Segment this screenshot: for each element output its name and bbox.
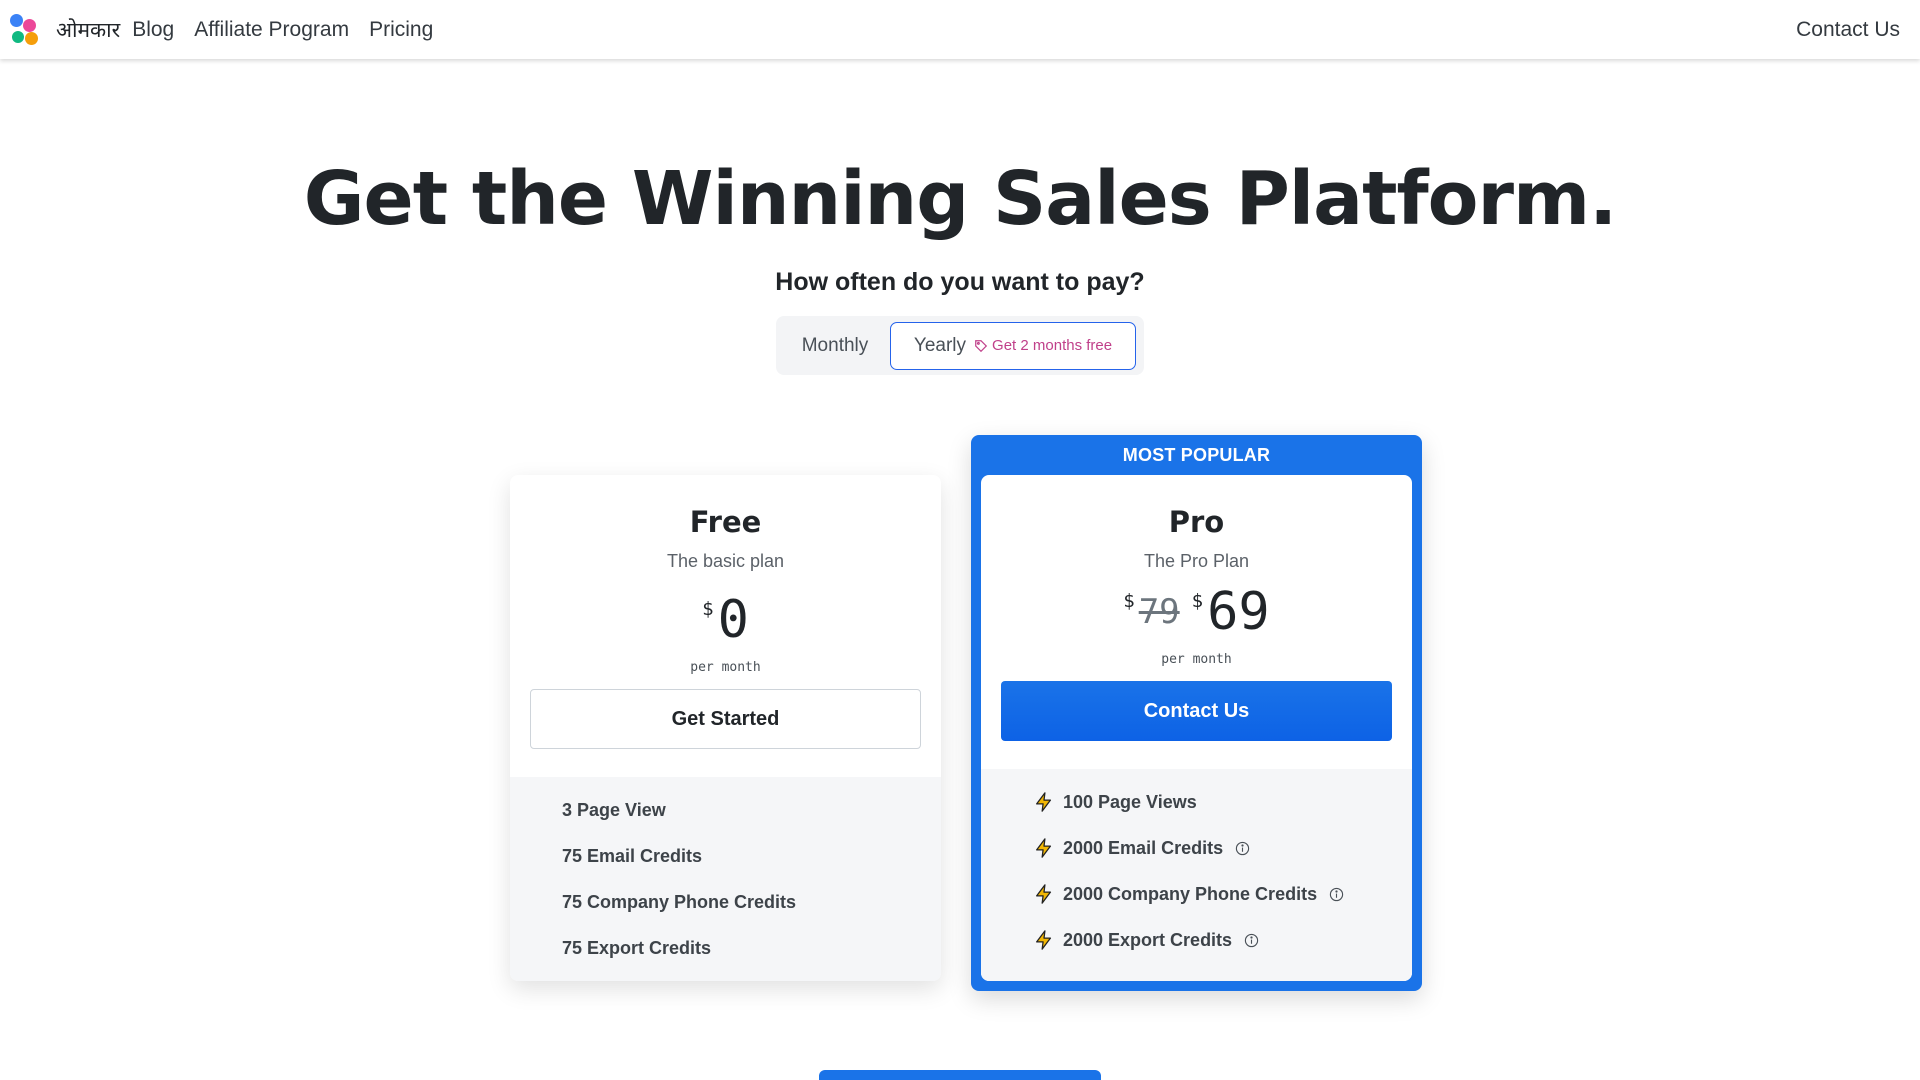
- plan-name: Free: [689, 505, 762, 539]
- info-icon[interactable]: [1329, 887, 1344, 902]
- plan-description: The Pro Plan: [1143, 551, 1250, 571]
- feature-list: 3 Page View 75 Email Credits 75 Company …: [510, 777, 941, 981]
- feature-label: 2000 Export Credits: [1063, 929, 1233, 950]
- lightning-icon: [1036, 792, 1052, 812]
- feature-label: 2000 Company Phone Credits: [1063, 883, 1318, 904]
- plan-description: The basic plan: [666, 551, 785, 571]
- promo-text: Get 2 months free: [992, 337, 1113, 354]
- feature-item: 2000 Export Credits: [1033, 917, 1412, 963]
- price-row: $ 79 $ 69: [981, 586, 1412, 638]
- feature-label: 2000 Email Credits: [1063, 837, 1224, 858]
- info-icon[interactable]: [1244, 933, 1259, 948]
- lightning-icon: [1036, 930, 1052, 950]
- get-started-button[interactable]: Get Started: [530, 689, 921, 749]
- nav-link-affiliate[interactable]: Affiliate Program: [194, 18, 349, 42]
- billing-option-yearly-label: Yearly: [913, 334, 967, 356]
- price-amount: 69: [1207, 582, 1270, 642]
- nav-link-contact[interactable]: Contact Us: [1796, 18, 1900, 42]
- lightning-icon: [1036, 884, 1052, 904]
- billing-toggle: Monthly Yearly Get 2 months free: [776, 316, 1144, 375]
- original-price: 79: [1138, 592, 1180, 632]
- billing-option-yearly[interactable]: Yearly Get 2 months free: [890, 321, 1136, 370]
- brand-name[interactable]: ओमकार: [56, 16, 120, 44]
- currency-symbol: $: [1191, 590, 1204, 612]
- nav-link-pricing[interactable]: Pricing: [369, 18, 433, 42]
- currency-symbol: $: [702, 598, 714, 620]
- billing-question: How often do you want to pay?: [775, 268, 1145, 296]
- plan-name: Pro: [1168, 505, 1225, 539]
- feature-item: 2000 Company Phone Credits: [1033, 871, 1412, 917]
- feature-item: 100 Page Views: [1033, 779, 1412, 825]
- nav-link-blog[interactable]: Blog: [132, 18, 174, 42]
- price-amount: 0: [717, 590, 749, 650]
- price-period: per month: [690, 660, 761, 675]
- feature-list: 100 Page Views 2000 Email Credits 2000 C…: [981, 769, 1412, 981]
- feature-item: 3 Page View: [562, 799, 666, 820]
- feature-item: 75 Company Phone Credits: [562, 891, 797, 912]
- page-title: Get the Winning Sales Platform.: [303, 156, 1617, 242]
- info-icon[interactable]: [1235, 841, 1250, 856]
- bottom-cta-button[interactable]: [819, 1070, 1101, 1080]
- contact-us-button[interactable]: Contact Us: [1001, 681, 1392, 741]
- feature-label: 100 Page Views: [1063, 791, 1197, 812]
- feature-item: 75 Export Credits: [562, 937, 712, 958]
- plan-card-pro: MOST POPULAR Pro The Pro Plan $ 79 $ 69 …: [971, 435, 1422, 991]
- tag-icon: [975, 339, 988, 352]
- currency-symbol: $: [1123, 590, 1135, 612]
- lightning-icon: [1036, 838, 1052, 858]
- price-period: per month: [1161, 652, 1232, 667]
- top-navbar: ओमकार Blog Affiliate Program Pricing Con…: [0, 0, 1920, 59]
- logo-icon[interactable]: [10, 13, 42, 46]
- most-popular-ribbon: MOST POPULAR: [1122, 444, 1271, 465]
- promo-badge: Get 2 months free: [974, 337, 1112, 354]
- price-row: $ 0: [510, 594, 941, 646]
- plan-card-pro-body: Pro The Pro Plan $ 79 $ 69 per month Con…: [981, 475, 1412, 981]
- plan-card-free: Free The basic plan $ 0 per month Get St…: [510, 475, 941, 981]
- feature-item: 2000 Email Credits: [1033, 825, 1412, 871]
- feature-item: 75 Email Credits: [562, 845, 703, 866]
- billing-option-monthly[interactable]: Monthly: [780, 322, 890, 370]
